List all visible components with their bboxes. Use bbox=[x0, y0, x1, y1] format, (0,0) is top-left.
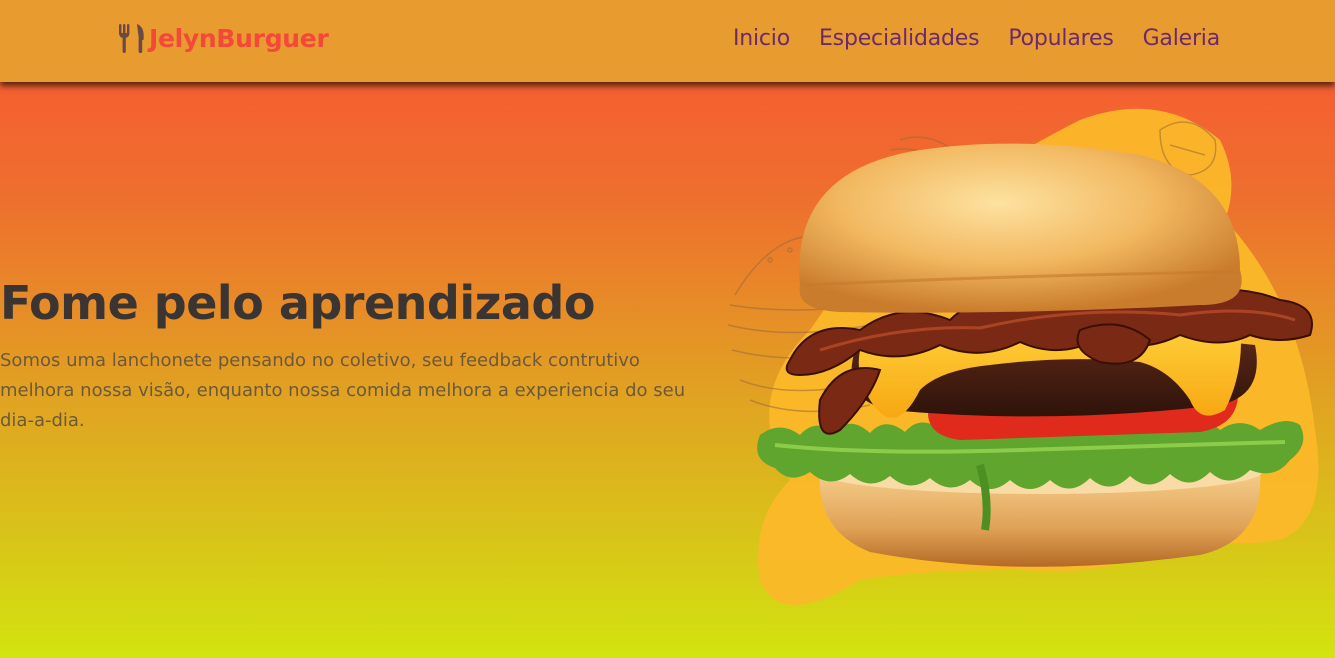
burger-illustration bbox=[720, 100, 1330, 630]
main-nav: Inicio Especialidades Populares Galeria bbox=[733, 26, 1220, 51]
nav-link-galeria[interactable]: Galeria bbox=[1143, 26, 1221, 51]
nav-link-populares[interactable]: Populares bbox=[1008, 26, 1113, 51]
brand-logo[interactable]: JelynBurguer bbox=[118, 22, 329, 54]
hero-section: Fome pelo aprendizado Somos uma lanchone… bbox=[0, 272, 700, 436]
navbar: JelynBurguer Inicio Especialidades Popul… bbox=[0, 0, 1335, 82]
hero-title: Fome pelo aprendizado bbox=[0, 276, 595, 330]
brand-name: JelynBurguer bbox=[149, 23, 329, 53]
burger-image bbox=[727, 108, 1319, 605]
utensils-icon bbox=[119, 24, 144, 53]
page: JelynBurguer Inicio Especialidades Popul… bbox=[0, 0, 1335, 658]
hero-description: Somos uma lanchonete pensando no coletiv… bbox=[0, 350, 686, 431]
nav-link-especialidades[interactable]: Especialidades bbox=[819, 26, 980, 51]
nav-link-inicio[interactable]: Inicio bbox=[733, 26, 790, 51]
